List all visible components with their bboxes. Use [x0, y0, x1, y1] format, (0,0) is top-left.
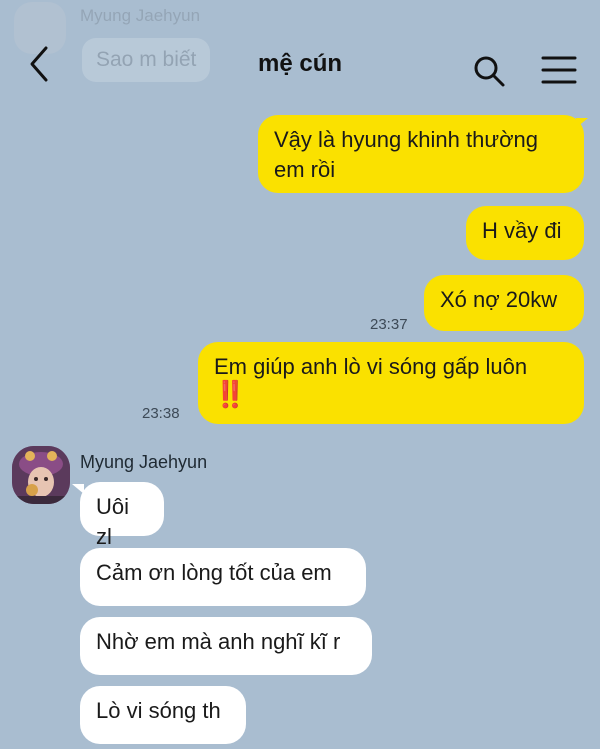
message-timestamp: 23:38 [142, 405, 180, 422]
incoming-message-bubble[interactable]: Cảm ơn lòng tốt của em [80, 548, 366, 606]
hamburger-menu-icon[interactable] [540, 54, 578, 86]
message-text: H vầy đi [482, 218, 562, 243]
incoming-message-bubble[interactable]: Lò vi sóng th [80, 686, 246, 744]
message-text: Lò vi sóng th [96, 698, 221, 723]
avatar[interactable] [12, 446, 70, 504]
message-text: Xó nợ 20kw [440, 287, 558, 312]
incoming-message-bubble[interactable]: Nhờ em mà anh nghĩ kĩ r [80, 617, 372, 675]
sender-name: Myung Jaehyun [80, 452, 208, 472]
message-text: Vậy là hyung khinh thường em rồi [274, 127, 538, 182]
message-text: Cảm ơn lòng tốt của em [96, 560, 332, 585]
message-text: Nhờ em mà anh nghĩ kĩ r [96, 629, 341, 654]
chat-header: mệ cún [0, 0, 600, 110]
search-icon[interactable] [470, 52, 508, 90]
bubble-tail [576, 118, 588, 128]
chat-title: mệ cún [257, 50, 343, 77]
incoming-message-bubble[interactable]: Uôi zl [80, 482, 164, 549]
message-text: Em giúp anh lò vi sóng gấp luôn [214, 354, 528, 379]
bubble-tail [72, 484, 84, 494]
outgoing-message-bubble[interactable]: H vầy đi [466, 206, 584, 260]
outgoing-message-bubble[interactable]: Vậy là hyung khinh thường em rồi [258, 115, 584, 193]
double-exclamation-emoji: ‼️ [214, 379, 246, 409]
message-text: Uôi zl [96, 494, 130, 549]
outgoing-message-bubble[interactable]: Xó nợ 20kw [424, 275, 584, 331]
outgoing-message-bubble[interactable]: Em giúp anh lò vi sóng gấp luôn ‼️ [198, 342, 584, 424]
message-timestamp: 23:37 [370, 316, 408, 333]
